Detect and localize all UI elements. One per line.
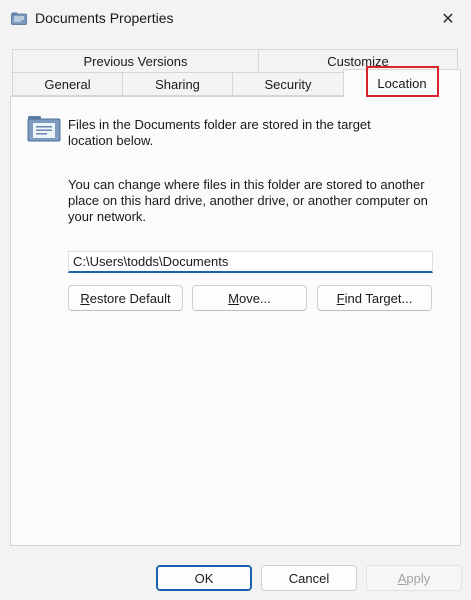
tab-label: Security xyxy=(264,76,312,92)
folder-documents-icon xyxy=(27,116,61,142)
change-location-description: You can change where files in this folde… xyxy=(68,177,428,224)
find-target-button[interactable]: Find Target... xyxy=(317,285,432,311)
location-path-input[interactable] xyxy=(68,251,433,273)
folder-documents-icon xyxy=(11,12,27,25)
location-panel xyxy=(10,96,461,546)
tab-general[interactable]: General xyxy=(12,72,123,96)
location-description: Files in the Documents folder are stored… xyxy=(68,117,371,148)
tab-label: Customize xyxy=(327,53,389,69)
move-button[interactable]: Move... xyxy=(192,285,307,311)
tab-security[interactable]: Security xyxy=(232,72,344,96)
tab-location[interactable]: Location xyxy=(343,69,461,98)
close-icon: ✕ xyxy=(441,11,455,28)
ok-button[interactable]: OK xyxy=(156,565,252,591)
title-bar: Documents Properties ✕ xyxy=(0,0,471,38)
close-button[interactable]: ✕ xyxy=(425,0,471,38)
tab-label: Previous Versions xyxy=(83,53,188,69)
tab-sharing[interactable]: Sharing xyxy=(122,72,233,96)
tab-label: Location xyxy=(377,76,427,91)
tab-label: Sharing xyxy=(155,76,200,92)
window-title: Documents Properties xyxy=(35,10,174,26)
tab-previous-versions[interactable]: Previous Versions xyxy=(12,49,259,73)
cancel-button[interactable]: Cancel xyxy=(261,565,357,591)
apply-button[interactable]: Apply xyxy=(366,565,462,591)
tab-label: General xyxy=(44,76,91,92)
restore-default-button[interactable]: Restore Default xyxy=(68,285,183,311)
